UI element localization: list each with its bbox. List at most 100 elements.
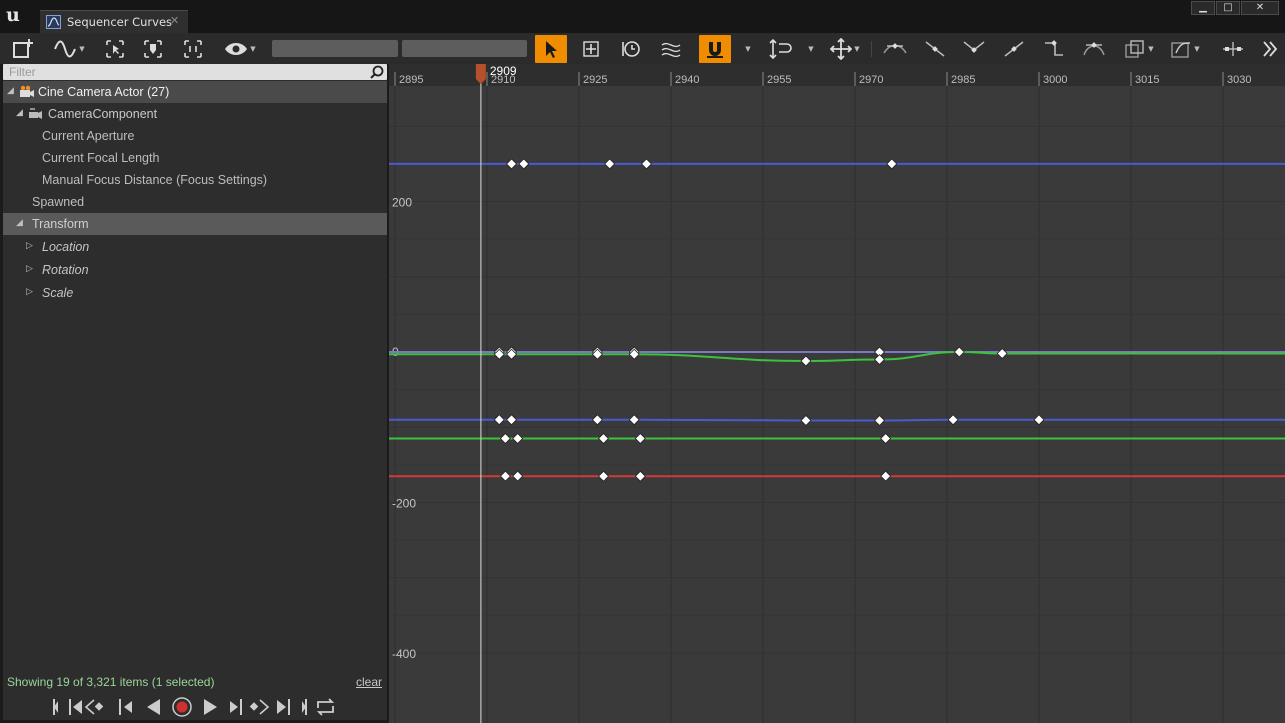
previous-key-icon[interactable] [84,699,104,715]
move-arrows-icon [830,38,853,60]
loop-icon[interactable] [316,698,335,716]
record-icon[interactable] [172,697,192,717]
expand-arrow-icon[interactable]: ▷ [26,264,33,274]
tree-row-scale[interactable]: ▷ Scale [3,282,387,304]
axis-snap-icon [769,38,793,60]
next-key-range-icon[interactable] [277,699,290,715]
multi-scale-tool-button[interactable] [658,35,684,63]
expand-arrow-icon[interactable]: ▷ [26,287,33,297]
time-value-field[interactable] [272,40,398,57]
chevron-down-icon: ▼ [250,45,256,53]
select-cursor-icon [106,40,124,58]
axis-snap-dropdown[interactable]: ▼ [765,35,817,63]
user-tangent-button[interactable] [922,35,948,63]
tree-row-rotation[interactable]: ▷ Rotation [3,259,387,281]
add-curve-button[interactable] [10,35,36,63]
close-button[interactable]: ✕ [1241,1,1279,15]
collapse-arrow-icon[interactable]: ◢ [16,108,23,118]
retime-tool-button[interactable] [619,35,643,63]
frame-all-button[interactable] [181,35,205,63]
ruler-label: 2955 [767,74,791,86]
collapse-arrow-icon[interactable]: ◢ [7,86,14,96]
select-tool-button[interactable] [535,35,567,63]
jump-to-start-icon[interactable] [53,699,58,715]
unreal-logo-icon[interactable]: u [4,3,26,25]
play-reverse-icon[interactable] [147,699,160,715]
chevron-down-icon: ▼ [854,45,860,53]
snapping-toggle[interactable] [699,35,731,63]
magnet-icon [707,42,723,58]
tree-label-location: Location [42,240,90,254]
tree-row-transform[interactable]: ◢ Transform [3,213,387,235]
expand-arrow-icon[interactable]: ▷ [26,241,33,251]
curve-filter-dropdown[interactable]: ▼ [1120,35,1158,63]
snapping-options-dropdown[interactable]: ▼ [740,35,754,63]
step-forward-icon[interactable] [230,699,242,715]
tree-row-location[interactable]: ▷ Location [3,236,387,258]
play-icon[interactable] [204,699,217,715]
chevron-down-icon: ▼ [79,45,85,53]
tree-label-current-aperture: Current Aperture [42,129,135,143]
value-axis-label: -400 [392,647,416,661]
flatten-tangent-button[interactable] [1081,35,1107,63]
pointer-icon [546,41,557,58]
curve-line[interactable] [389,418,1285,422]
chevron-down-icon: ▼ [808,45,814,53]
filter-input[interactable] [5,64,363,80]
filter-box [3,64,387,80]
tree-label-transform: Transform [32,217,89,231]
step-back-icon[interactable] [119,699,132,715]
linear-interp-button[interactable] [1001,35,1027,63]
tab-sequencer-curves[interactable]: Sequencer Curves ✕ [40,10,188,33]
tangent-visibility-dropdown[interactable]: ▼ [1166,35,1204,63]
tab-close-icon[interactable]: ✕ [170,14,179,27]
minimize-button[interactable]: ▁ [1191,1,1215,15]
tree-label-camera-component: CameraComponent [48,107,158,121]
key-distribution-icon [1223,42,1243,56]
user-tangent-icon [925,41,945,57]
toolbar-separator [871,41,872,57]
tangent-visibility-icon [1171,42,1191,58]
curve-type-dropdown[interactable]: ▼ [50,35,88,63]
tree-label-rotation: Rotation [42,263,89,277]
tree-row-manual-focus-distance[interactable]: Manual Focus Distance (Focus Settings) [3,169,387,191]
jump-to-end-icon[interactable] [302,699,307,715]
search-icon[interactable] [370,65,384,79]
svg-text:u: u [6,4,20,25]
value-axis-label: 200 [392,196,412,210]
tree-row-current-aperture[interactable]: Current Aperture [3,125,387,147]
more-tools-button[interactable] [1259,35,1281,63]
linear-interp-icon [1004,41,1024,57]
transport-controls [53,697,335,717]
key-value-field[interactable] [402,40,527,57]
curve-editor-graph[interactable]: 2895 2910 2925 2940 2955 2970 2985 3000 3015 3030… [389,64,1285,723]
maximize-button[interactable]: □ [1216,1,1240,15]
tree-row-spawned[interactable]: Spawned [3,191,387,213]
collapse-arrow-icon[interactable]: ◢ [16,218,23,228]
transform-tool-button[interactable] [579,35,603,63]
move-tool-dropdown[interactable]: ▼ [826,35,864,63]
break-tangent-button[interactable] [961,35,987,63]
tree-row-cine-camera-actor[interactable]: ◢ Cine Camera Actor (27) [3,81,387,103]
curve-graph-svg[interactable]: 2895 2910 2925 2940 2955 2970 2985 3000 3015 3030… [389,64,1285,723]
view-options-dropdown[interactable]: ▼ [221,35,259,63]
flatten-tangent-icon [1083,42,1105,56]
constant-interp-button[interactable] [1041,35,1067,63]
break-tangent-icon [963,41,985,53]
next-key-icon[interactable] [249,699,270,715]
chevron-down-icon: ▼ [745,45,751,53]
key-distribution-button[interactable] [1220,35,1246,63]
frame-key-icon [144,40,162,58]
tree-row-current-focal-length[interactable]: Current Focal Length [3,147,387,169]
tree-row-camera-component[interactable]: ◢ CameraComponent [3,103,387,125]
eye-icon [225,43,248,55]
tree-label-scale: Scale [42,286,74,300]
camera-actor-icon [20,85,34,97]
auto-tangent-button[interactable] [882,35,908,63]
sequencer-curves-window: u Sequencer Curves ✕ ▁ □ ✕ ▼ ▼ ▼ ▼ ▼ ▼ ▼… [0,0,1285,723]
curve-filter-icon [1125,40,1144,58]
previous-key-range-icon[interactable] [69,699,82,715]
select-keys-button[interactable] [103,35,127,63]
clear-filter-link[interactable]: clear [356,675,382,689]
frame-selection-button[interactable] [141,35,165,63]
